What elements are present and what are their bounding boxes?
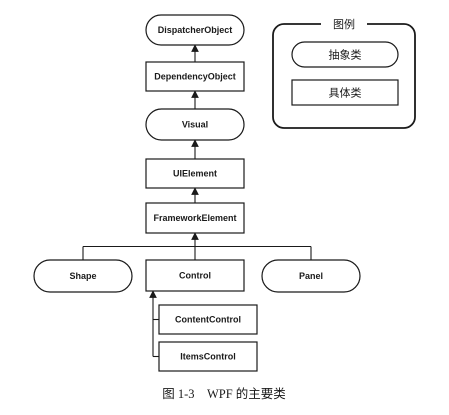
class-node-label-visual: Visual — [182, 120, 208, 130]
class-node-label-contentcontrol: ContentControl — [175, 315, 241, 325]
class-hierarchy-diagram: DispatcherObject DependencyObject Visual UI… — [33, 14, 416, 401]
class-node-label-shape: Shape — [69, 271, 96, 281]
class-node-framework: FrameworkElement — [145, 202, 245, 234]
legend-concrete-label: 具体类 — [329, 86, 362, 100]
legend-frame — [272, 23, 416, 129]
class-node-label-uielement: UIElement — [173, 169, 217, 179]
class-node-dispatcher: DispatcherObject — [145, 14, 245, 46]
class-node-label-dispatcher: DispatcherObject — [158, 25, 233, 35]
class-node-label-framework: FrameworkElement — [153, 213, 236, 223]
class-node-contentcontrol: ContentControl — [158, 304, 258, 335]
legend: 图例 抽象类 具体类 — [272, 16, 416, 129]
class-node-shape: Shape — [33, 259, 133, 293]
class-node-panel: Panel — [261, 259, 361, 293]
class-node-label-panel: Panel — [299, 271, 323, 281]
class-node-visual: Visual — [145, 108, 245, 141]
figure-caption: 图 1-3 WPF 的主要类 — [162, 386, 286, 401]
legend-title: 图例 — [333, 17, 355, 31]
class-node-control: Control — [145, 259, 245, 292]
class-node-label-control: Control — [179, 271, 211, 281]
class-node-label-itemscontrol: ItemsControl — [180, 352, 236, 362]
class-node-uielement: UIElement — [145, 158, 245, 189]
legend-abstract-label: 抽象类 — [329, 48, 362, 62]
class-node-label-dependency: DependencyObject — [154, 72, 236, 82]
class-node-itemscontrol: ItemsControl — [158, 341, 258, 372]
class-node-dependency: DependencyObject — [145, 61, 245, 92]
